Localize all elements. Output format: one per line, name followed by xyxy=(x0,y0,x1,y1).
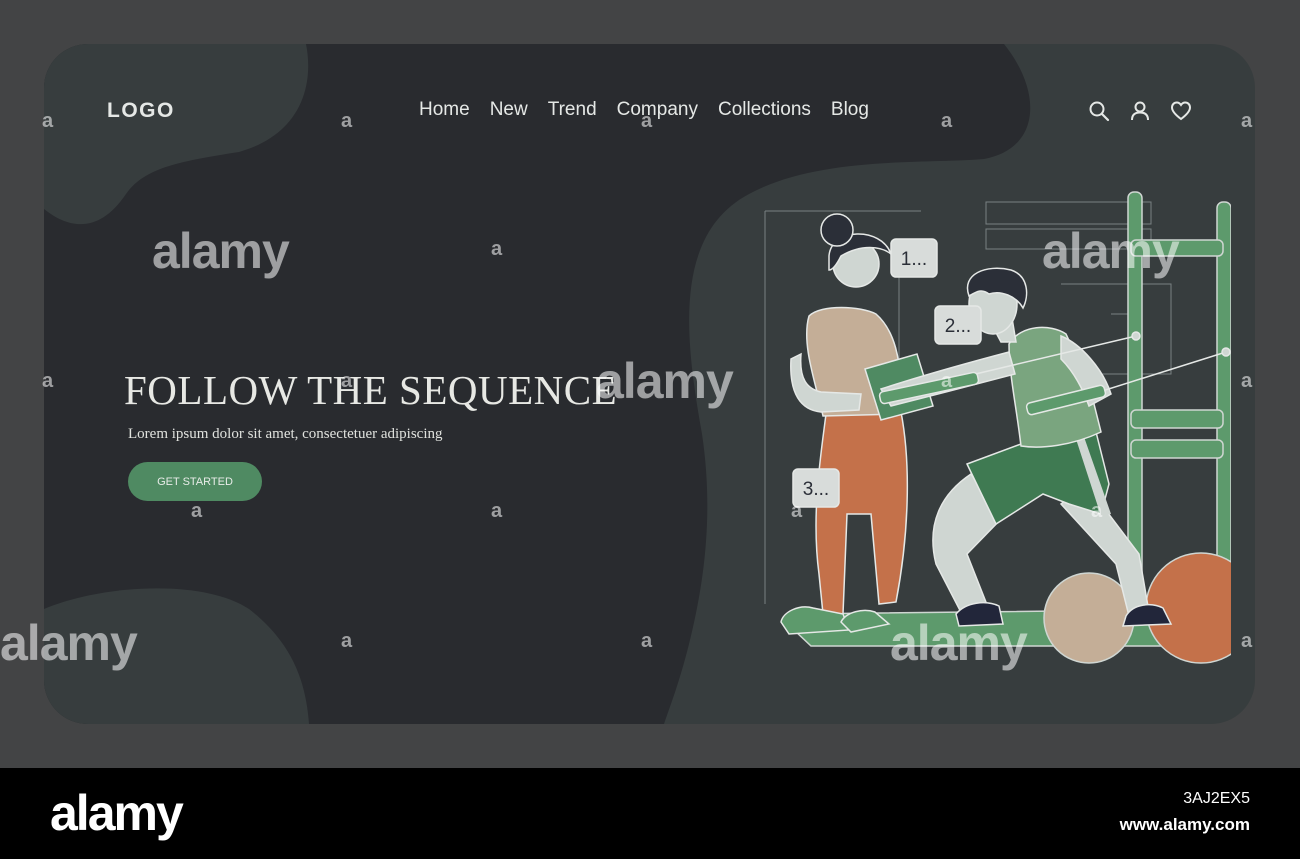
search-icon[interactable] xyxy=(1088,100,1110,122)
step-label-2: 2... xyxy=(945,316,971,337)
footer-brand: alamy xyxy=(50,785,184,841)
nav-new[interactable]: New xyxy=(490,99,528,121)
user-icon[interactable] xyxy=(1129,100,1151,122)
header-icons xyxy=(1088,100,1192,122)
step-bubble-3: 3... xyxy=(792,468,840,508)
nav-collections[interactable]: Collections xyxy=(718,99,811,121)
hero-title: FOLLOW THE SEQUENCE xyxy=(124,367,618,413)
step-label-1: 1... xyxy=(901,249,927,270)
image-id: 3AJ2EX5 xyxy=(1183,790,1250,807)
heart-icon[interactable] xyxy=(1170,100,1192,122)
stock-footer: alamy 3AJ2EX5 www.alamy.com xyxy=(0,768,1300,859)
nav-trend[interactable]: Trend xyxy=(548,99,597,121)
step-label-3: 3... xyxy=(803,479,829,500)
main-nav: Home New Trend Company Collections Blog xyxy=(419,99,869,121)
get-started-button[interactable]: GET STARTED xyxy=(128,462,262,501)
landing-card: LOGO Home New Trend Company Collections … xyxy=(44,44,1255,724)
step-bubble-2: 2... xyxy=(934,305,982,345)
step-bubble-1: 1... xyxy=(890,238,938,278)
beige-ball xyxy=(1043,572,1135,664)
coach-woman xyxy=(780,213,909,635)
nav-blog[interactable]: Blog xyxy=(831,99,869,121)
nav-home[interactable]: Home xyxy=(419,99,470,121)
hero-subtitle: Lorem ipsum dolor sit amet, consectetuer… xyxy=(128,426,443,442)
nav-company[interactable]: Company xyxy=(617,99,698,121)
trainer-illustration: 1... 2... 3... xyxy=(764,191,1231,664)
footer-url[interactable]: www.alamy.com xyxy=(1120,815,1250,835)
logo[interactable]: LOGO xyxy=(107,99,175,123)
